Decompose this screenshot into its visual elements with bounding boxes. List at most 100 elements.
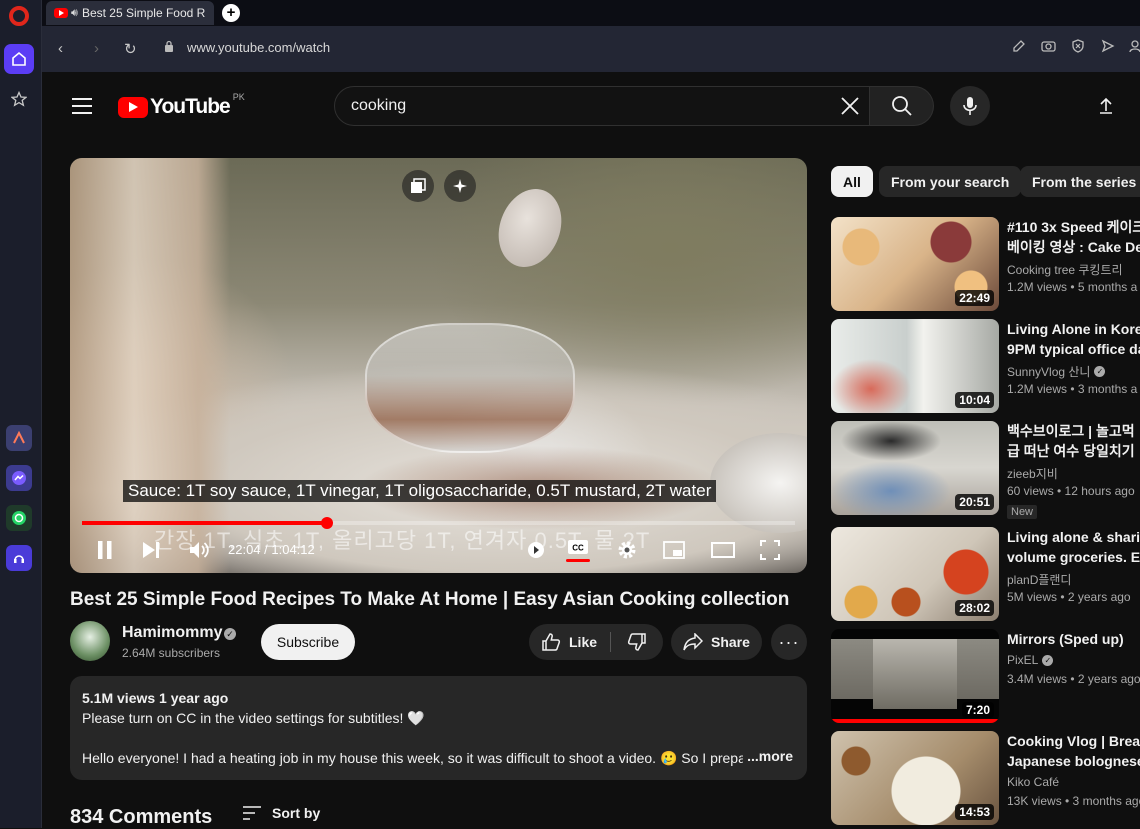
rec-title: Mirrors (Sped up) [1007,631,1124,647]
back-icon[interactable]: ‹ [58,40,63,57]
video-thumbnail[interactable]: 7:20 [831,629,999,723]
view-count-date: 5.1M views 1 year ago [82,690,229,706]
progress-bar[interactable] [82,517,795,529]
sort-label: Sort by [272,805,321,821]
channel-name[interactable]: Hamimommy [122,624,222,642]
rec-meta: 13K views • 3 months ago [1007,794,1140,808]
svg-text:CC: CC [572,543,584,552]
video-thumbnail[interactable]: 22:49 [831,217,999,311]
share-button[interactable]: Share [671,624,762,660]
upload-icon[interactable] [1096,96,1116,116]
verified-check-icon: ✓ [1094,366,1106,377]
clear-search-icon[interactable] [837,93,863,119]
voice-search-button[interactable] [950,86,990,126]
comments-count: 834 Comments [70,806,213,828]
subscriber-count: 2.64M subscribers [122,646,221,660]
home-icon[interactable] [4,44,34,74]
recommendation-item[interactable]: 7:20 Mirrors (Sped up) PixEL ✓ 3.4M views… [831,629,1140,723]
search-icon [891,96,912,116]
rec-meta: 60 views • 12 hours ago [1007,484,1135,498]
new-badge: New [1007,505,1038,519]
aria-app-icon[interactable] [6,425,32,451]
url-field[interactable]: www.youtube.com/watch [187,40,330,55]
microphone-icon [963,97,977,115]
rec-channel[interactable]: zieeb지비 [1007,465,1058,482]
closed-captions-icon[interactable]: CC [566,537,590,563]
rec-title: #110 3x Speed 케이크 베이킹 영상 : Cake De [1007,219,1140,255]
video-thumbnail[interactable]: 10:04 [831,319,999,413]
description-line-1: Please turn on CC in the video settings … [82,710,425,726]
profile-icon[interactable] [1129,39,1140,53]
recommendation-item[interactable]: 20:51 백수브이로그 | 놀고먹 급 떠난 여수 당일치기 zieeb지비 6… [831,421,1140,519]
rec-title: 백수브이로그 | 놀고먹 급 떠난 여수 당일치기 [1007,423,1135,459]
fullscreen-icon[interactable] [759,537,781,563]
rec-channel[interactable]: Cooking tree 쿠킹트리 [1007,261,1123,278]
miniplayer-icon[interactable] [662,537,686,563]
recommendation-item[interactable]: 14:53 Cooking Vlog | Breakf Japanese bolo… [831,731,1140,825]
rec-channel[interactable]: Kiko Café [1007,775,1059,789]
send-icon[interactable] [1101,39,1115,53]
search-input[interactable]: cooking [334,86,870,126]
video-title: Best 25 Simple Food Recipes To Make At H… [70,589,790,610]
menu-icon[interactable] [72,98,92,114]
video-thumbnail[interactable]: 20:51 [831,421,999,515]
verified-check-icon: ✓ [1042,654,1054,666]
description-line-2: Hello everyone! I had a heating job in m… [82,750,759,766]
chip-from-the-series[interactable]: From the series [1020,166,1140,197]
music-player-icon[interactable] [6,545,32,571]
camera-icon[interactable] [1041,39,1056,53]
thumbs-up-icon [542,633,561,651]
miniplayer-copy-icon[interactable] [402,170,434,202]
reload-icon[interactable]: ↻ [124,40,137,58]
autoplay-toggle-icon[interactable] [524,537,548,563]
new-tab-button[interactable]: + [222,4,240,22]
rec-channel[interactable]: SunnyVlog 산니 ✓ [1007,363,1106,380]
browser-tab[interactable]: 🔊︎ Best 25 Simple Food R [46,1,214,25]
settings-gear-icon[interactable] [616,537,638,563]
theater-mode-icon[interactable] [710,537,736,563]
show-more-link[interactable]: ...more [743,748,793,764]
whatsapp-icon[interactable] [6,505,32,531]
messenger-icon[interactable] [6,465,32,491]
sort-icon [243,806,261,820]
rec-title: Cooking Vlog | Breakf Japanese bolognese [1007,733,1140,769]
search-button[interactable] [870,86,934,126]
sort-by-button[interactable]: Sort by [242,805,320,821]
pause-icon[interactable] [94,537,116,563]
channel-avatar[interactable] [70,621,110,661]
subscribe-button[interactable]: Subscribe [261,624,355,660]
next-icon[interactable] [140,537,162,563]
opera-logo-icon[interactable] [9,6,29,26]
video-thumbnail[interactable]: 14:53 [831,731,999,825]
logo-text: YouTube [150,95,231,118]
speaker-icon[interactable]: 🔊︎ [71,7,78,20]
description-box[interactable]: 5.1M views 1 year ago Please turn on CC … [70,676,807,780]
video-thumbnail[interactable]: 28:02 [831,527,999,621]
edit-icon[interactable] [1012,39,1026,53]
forward-icon[interactable]: › [94,40,99,57]
sparkle-ai-icon[interactable] [444,170,476,202]
chip-all[interactable]: All [831,166,873,197]
bookmarks-star-icon[interactable] [4,84,34,114]
recommendation-item[interactable]: 10:04 Living Alone in Korea 9PM typical o… [831,319,1140,413]
dislike-button[interactable] [611,624,663,660]
duration-badge: 28:02 [955,600,994,616]
recommendation-item[interactable]: 28:02 Living alone & sharingvolume groce… [831,527,1140,621]
rec-title: Living alone & sharingvolume groceries. … [1007,529,1140,565]
country-code: PK [232,92,245,102]
volume-icon[interactable] [187,537,211,563]
like-dislike-group: Like [529,624,663,660]
rec-channel[interactable]: PixEL ✓ [1007,653,1054,667]
rec-channel[interactable]: planD플랜디 [1007,571,1071,588]
video-player[interactable]: Sauce: 1T soy sauce, 1T vinegar, 1T olig… [70,158,807,573]
thumbs-down-icon [627,633,646,651]
youtube-favicon-icon [54,8,68,18]
lock-icon [165,40,173,52]
like-button[interactable]: Like [529,624,610,660]
chip-from-your-search[interactable]: From your search [879,166,1022,197]
more-actions-button[interactable]: ··· [771,624,807,660]
recommendation-item[interactable]: 22:49 #110 3x Speed 케이크 베이킹 영상 : Cake De … [831,217,1140,311]
youtube-logo[interactable]: YouTube PK [118,92,245,119]
shield-icon[interactable] [1071,39,1085,53]
like-label: Like [569,634,598,650]
